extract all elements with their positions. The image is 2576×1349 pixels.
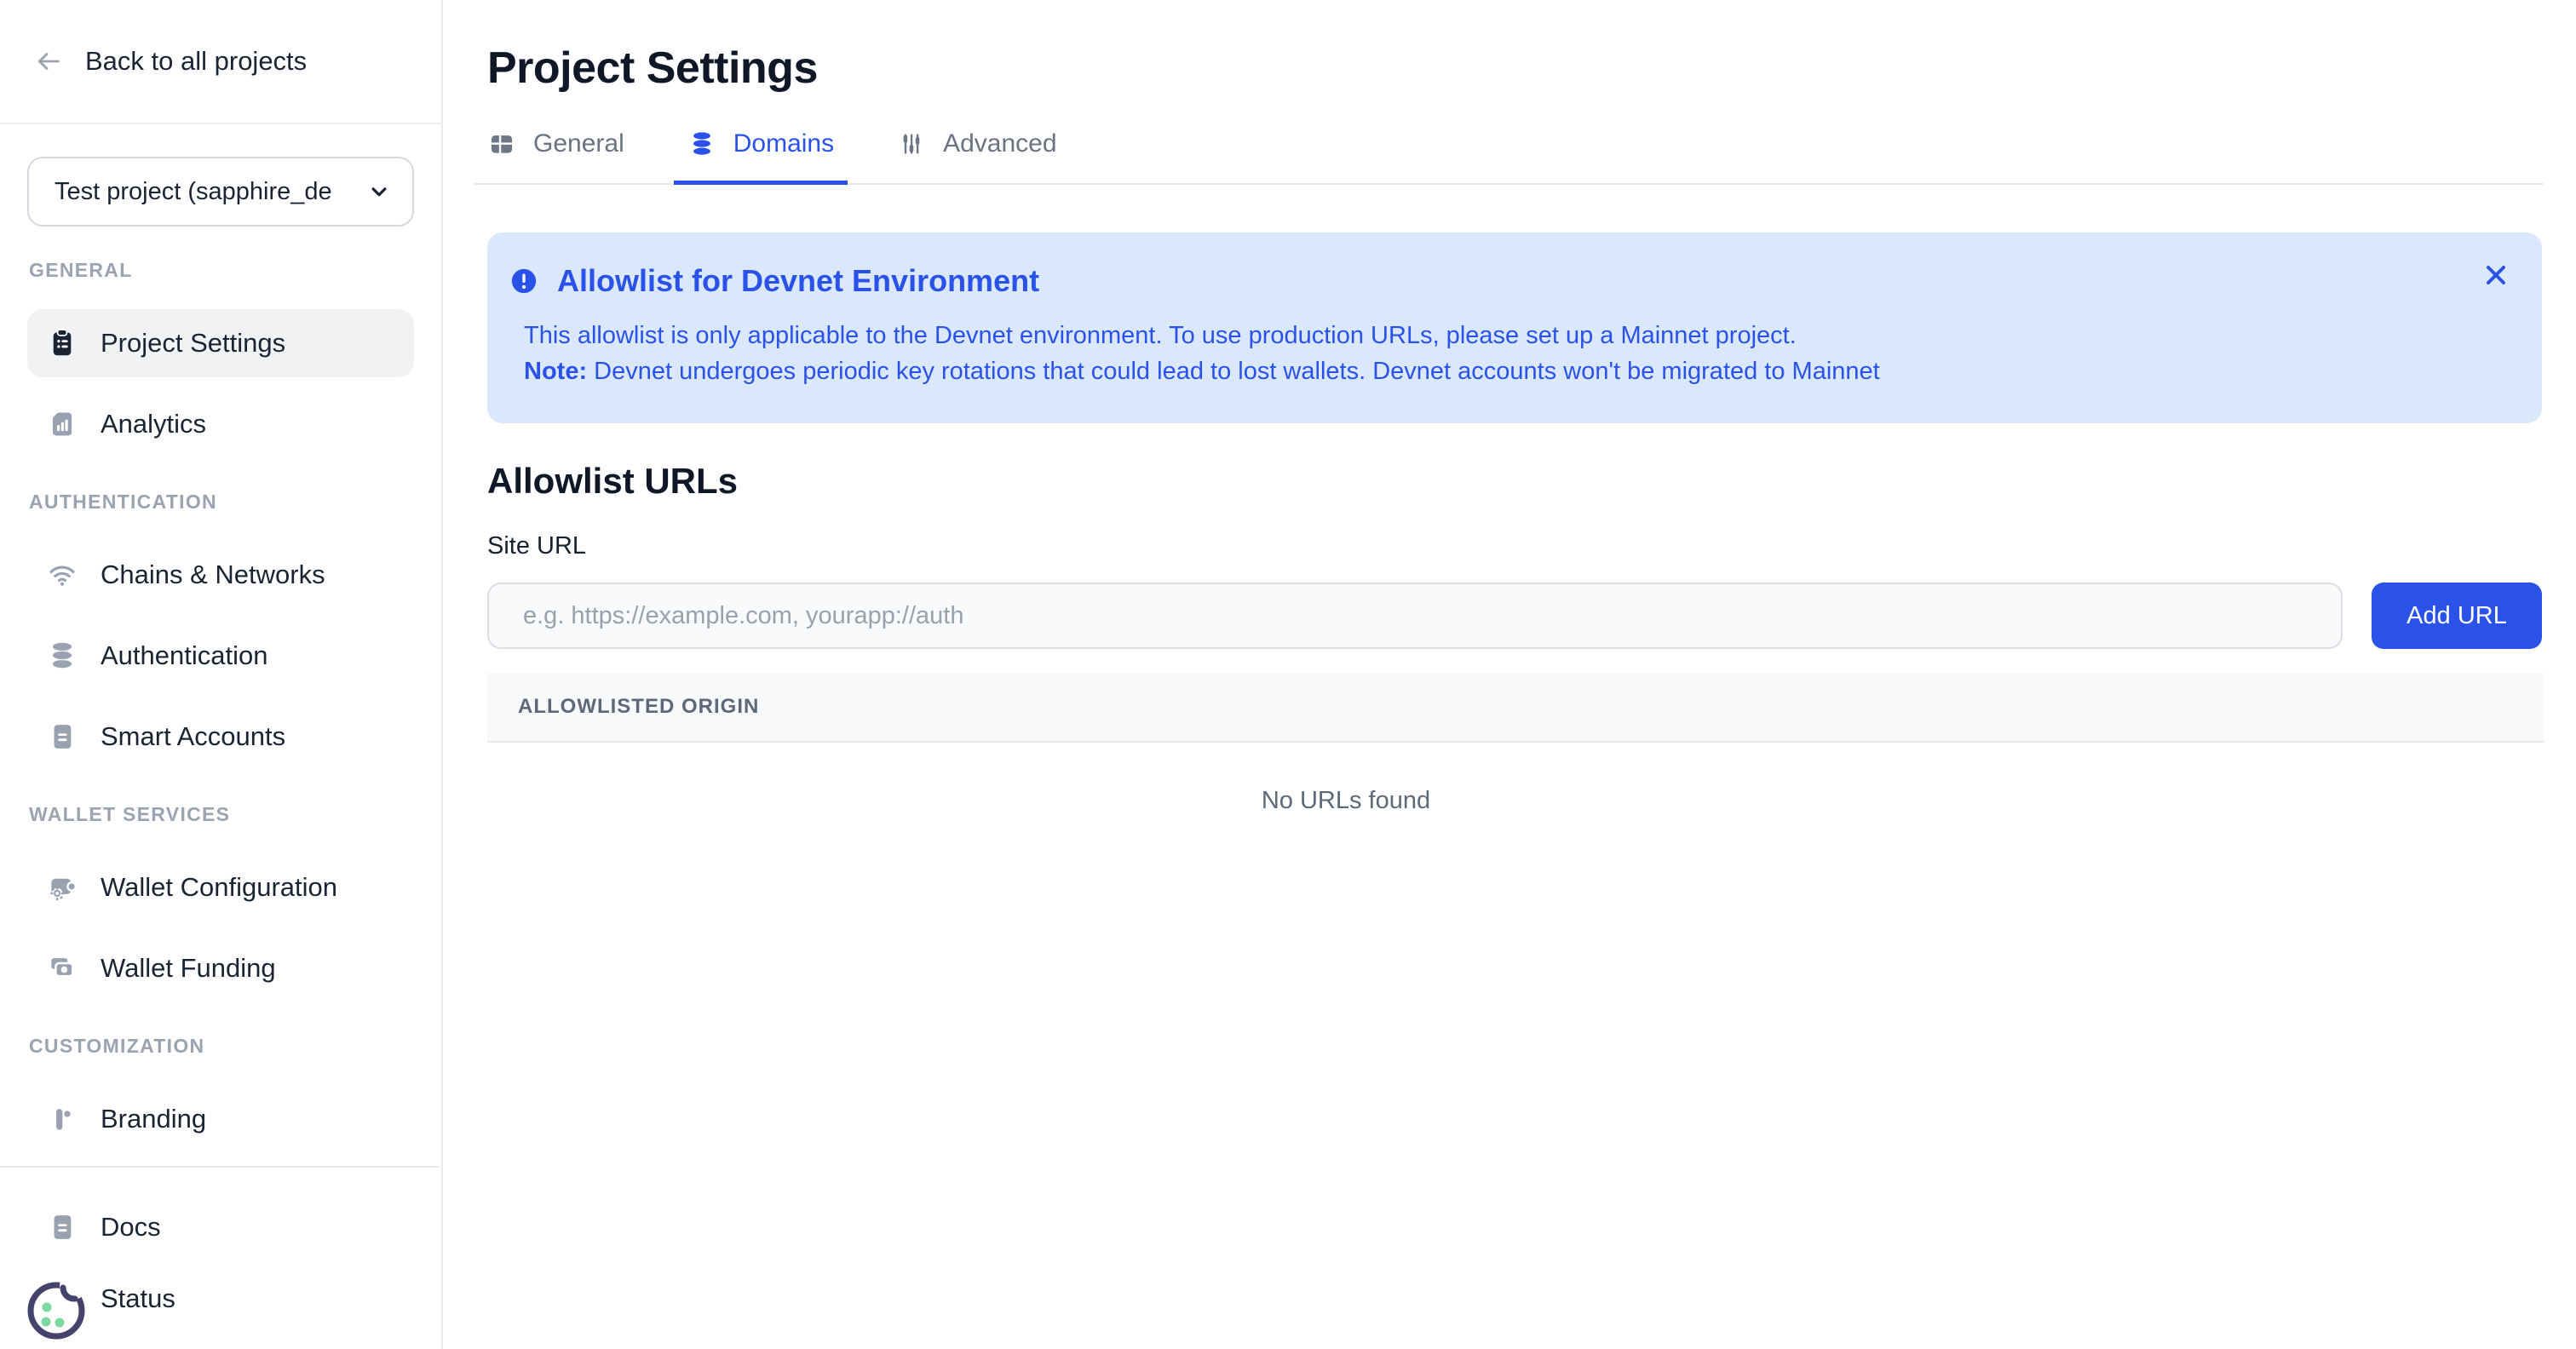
sidebar-item-wallet-funding[interactable]: Wallet Funding	[27, 934, 414, 1002]
sidebar-item-authentication[interactable]: Authentication	[27, 622, 414, 690]
sidebar-item-docs[interactable]: Docs	[27, 1193, 412, 1261]
tab-label: Domains	[733, 129, 834, 158]
sidebar-item-label: Status	[101, 1283, 175, 1314]
info-icon	[509, 267, 538, 296]
table-header-row: ALLOWLISTED ORIGIN	[487, 673, 2544, 743]
sidebar-item-branding[interactable]: Branding	[27, 1085, 414, 1136]
devnet-allowlist-banner: Allowlist for Devnet Environment This al…	[487, 232, 2542, 423]
sidebar-item-label: Wallet Funding	[101, 953, 276, 984]
sidebar-item-label: Analytics	[101, 409, 206, 439]
clipboard-icon	[46, 327, 78, 359]
empty-state-text: No URLs found	[487, 743, 2205, 815]
allowlist-urls-heading: Allowlist URLs	[487, 461, 2544, 502]
banner-note-text: Devnet undergoes periodic key rotations …	[587, 358, 1880, 385]
chevron-down-icon	[366, 179, 392, 204]
database-icon	[46, 640, 78, 672]
banner-note-label: Note:	[524, 358, 587, 385]
sidebar-item-label: Project Settings	[101, 328, 285, 359]
add-url-button[interactable]: Add URL	[2372, 583, 2542, 649]
sliders-icon	[897, 129, 926, 158]
wallet-gear-icon	[46, 871, 78, 904]
sidebar-item-analytics[interactable]: Analytics	[27, 390, 414, 458]
docs-icon	[46, 1211, 78, 1243]
allowlisted-origins-table: ALLOWLISTED ORIGIN No URLs found	[487, 673, 2544, 815]
close-icon[interactable]	[2481, 260, 2511, 290]
back-to-projects-link[interactable]: Back to all projects	[0, 0, 441, 124]
tab-label: General	[533, 129, 624, 158]
cookie-preferences-button[interactable]	[20, 1271, 95, 1349]
tab-advanced[interactable]: Advanced	[883, 129, 1070, 185]
banner-header: Allowlist for Devnet Environment	[509, 263, 2504, 299]
tabs-bar: General Domains	[474, 129, 2544, 185]
sidebar-item-label: Wallet Configuration	[101, 872, 337, 903]
back-to-projects-label: Back to all projects	[85, 46, 307, 77]
sidebar-item-label: Smart Accounts	[101, 721, 285, 752]
project-selector[interactable]: Test project (sapphire_de	[27, 157, 414, 227]
column-header-allowlisted-origin: ALLOWLISTED ORIGIN	[518, 695, 759, 719]
arrow-left-icon	[34, 47, 63, 76]
site-url-input[interactable]	[487, 583, 2343, 649]
main-content: Project Settings General Domains	[443, 0, 2576, 1349]
url-input-row: Add URL	[487, 583, 2542, 649]
sidebar-item-label: Docs	[101, 1212, 161, 1243]
sidebar: Back to all projects Test project (sapph…	[0, 0, 443, 1349]
section-label-wallet-services: WALLET SERVICES	[27, 803, 414, 826]
sidebar-nav: Test project (sapphire_de GENERAL Pro	[0, 124, 441, 1136]
section-label-authentication: AUTHENTICATION	[27, 491, 414, 514]
sidebar-item-label: Chains & Networks	[101, 560, 325, 590]
document-icon	[46, 720, 78, 753]
branding-icon	[46, 1103, 78, 1135]
table-icon	[487, 129, 516, 158]
wifi-icon	[46, 559, 78, 591]
site-url-label: Site URL	[487, 532, 2544, 560]
banner-line-1: This allowlist is only applicable to the…	[524, 318, 2504, 353]
banknotes-icon	[46, 952, 78, 984]
section-label-general: GENERAL	[27, 259, 414, 282]
sidebar-item-smart-accounts[interactable]: Smart Accounts	[27, 703, 414, 771]
database-icon	[687, 129, 716, 158]
sidebar-item-chains-networks[interactable]: Chains & Networks	[27, 541, 414, 609]
sidebar-item-project-settings[interactable]: Project Settings	[27, 309, 414, 377]
analytics-icon	[46, 408, 78, 440]
banner-title: Allowlist for Devnet Environment	[557, 263, 1039, 299]
banner-body: This allowlist is only applicable to the…	[509, 318, 2504, 389]
sidebar-item-label: Branding	[101, 1104, 206, 1134]
banner-line-2: Note: Devnet undergoes periodic key rota…	[524, 353, 2504, 389]
tab-general[interactable]: General	[474, 129, 638, 185]
page-title: Project Settings	[487, 44, 2544, 92]
section-label-customization: CUSTOMIZATION	[27, 1035, 414, 1058]
sidebar-item-label: Authentication	[101, 640, 267, 671]
tab-domains[interactable]: Domains	[674, 129, 848, 185]
cookie-icon	[20, 1271, 95, 1349]
tab-label: Advanced	[943, 129, 1056, 158]
sidebar-item-wallet-configuration[interactable]: Wallet Configuration	[27, 853, 414, 921]
project-selector-value: Test project (sapphire_de	[55, 178, 332, 206]
